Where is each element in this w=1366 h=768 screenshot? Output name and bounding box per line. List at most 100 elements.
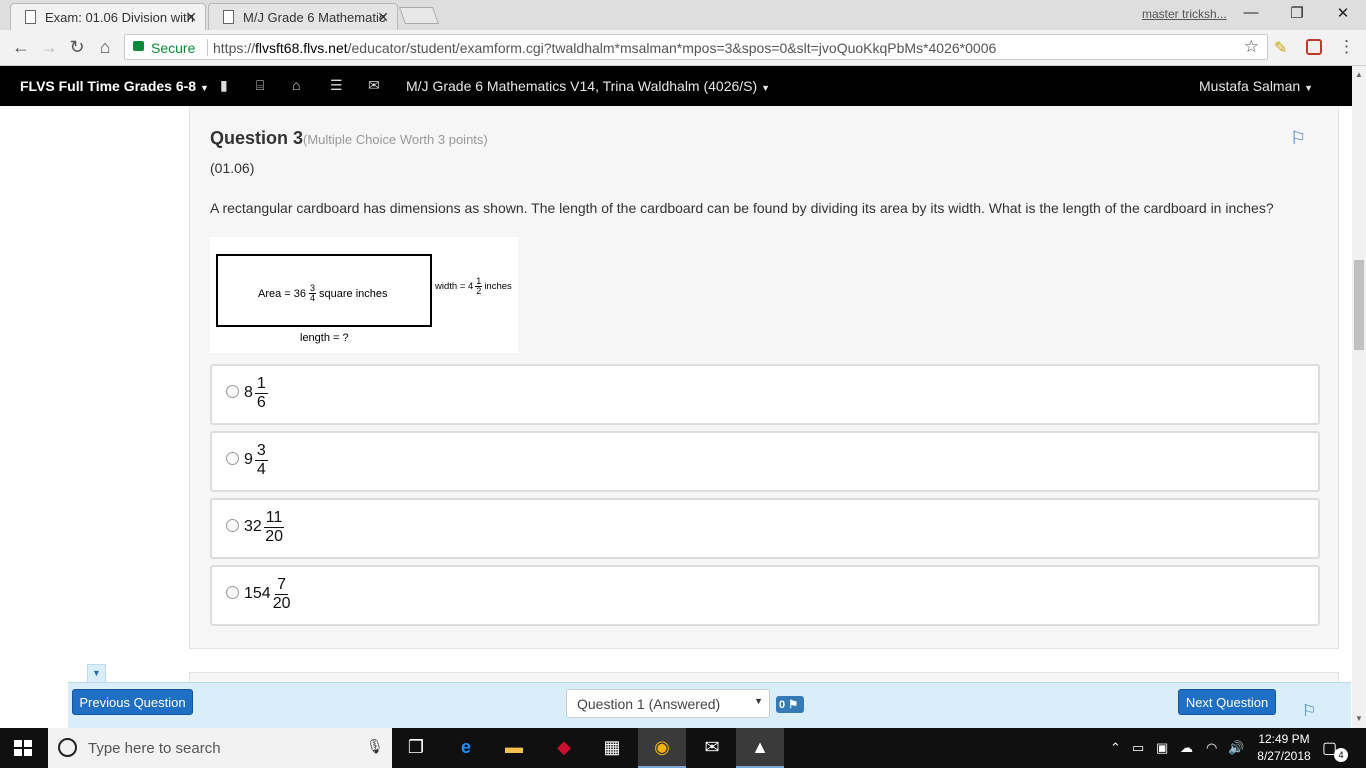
- choice-denominator: 4: [256, 460, 266, 478]
- microphone-icon[interactable]: 🎙: [366, 738, 384, 755]
- forward-icon[interactable]: →: [38, 37, 60, 58]
- answer-choice[interactable]: 32 11 20: [210, 498, 1320, 559]
- collapse-toggle-icon[interactable]: ▼: [87, 664, 106, 682]
- inbox-icon[interactable]: ⌸: [256, 77, 264, 94]
- choice-whole: 32: [244, 518, 262, 536]
- flag-icon[interactable]: ⚐: [1290, 128, 1306, 149]
- radio-button[interactable]: [226, 385, 239, 398]
- question-text: A rectangular cardboard has dimensions a…: [210, 200, 1274, 216]
- battery-icon[interactable]: ▭: [1132, 740, 1144, 756]
- bookmark-star-icon[interactable]: ☆: [1244, 37, 1259, 57]
- choice-whole: 9: [244, 451, 253, 469]
- url-path: /educator/student/examform.cgi?twaldhalm…: [347, 40, 997, 56]
- file-explorer-icon[interactable]: ▬: [490, 728, 538, 768]
- choice-fraction: 11 20: [263, 509, 285, 545]
- radio-button[interactable]: [226, 452, 239, 465]
- browser-toolbar: ← → ↻ ⌂ Secure https://flvsft68.flvs.net…: [0, 30, 1366, 66]
- choice-fraction: 16: [254, 375, 268, 411]
- width-label: width = 4 12 inches: [435, 277, 512, 296]
- browser-menu-icon[interactable]: ⋮: [1338, 37, 1355, 57]
- task-view-icon[interactable]: ❐: [392, 728, 440, 768]
- answer-choice[interactable]: 934: [210, 431, 1320, 492]
- exam-page: Question 3(Multiple Choice Worth 3 point…: [0, 106, 1352, 728]
- page-scrollbar[interactable]: ▲ ▼: [1352, 66, 1366, 728]
- windows-taskbar: Type here to search 🎙 ❐ e ▬ ◆ ▦ ◉ ✉ ▲ ⌃ …: [0, 728, 1366, 768]
- tab-title: M/J Grade 6 Mathematic: [243, 10, 386, 25]
- onedrive-icon[interactable]: ☁: [1180, 740, 1193, 756]
- system-clock[interactable]: 12:49 PM 8/27/2018: [1256, 731, 1312, 765]
- question-nav-bar: Previous Question Question 1 (Answered) ▼…: [68, 682, 1351, 728]
- choice-numerator: 3: [254, 442, 268, 461]
- choice-value: 154 7 20: [244, 576, 291, 612]
- mcafee-icon[interactable]: ◆: [540, 728, 588, 768]
- clock-time: 12:49 PM: [1258, 732, 1310, 746]
- answer-choice[interactable]: 816: [210, 364, 1320, 425]
- question-select-value: Question 1 (Answered): [577, 696, 721, 712]
- flag-count-badge[interactable]: 0 ⚑: [776, 696, 804, 713]
- book-icon[interactable]: ▮: [220, 77, 228, 94]
- scroll-up-icon[interactable]: ▲: [1355, 70, 1363, 79]
- choice-whole: 154: [244, 585, 271, 603]
- user-menu[interactable]: Mustafa Salman ▼: [1199, 78, 1313, 94]
- lock-icon: [133, 41, 144, 51]
- chevron-down-icon: ▼: [761, 83, 770, 93]
- flag-icon[interactable]: ⚐: [1302, 701, 1316, 721]
- chevron-up-icon[interactable]: ⌃: [1110, 740, 1121, 756]
- area-label: Area = 36 34 square inches: [258, 284, 388, 303]
- pencil-extension-icon[interactable]: ✎: [1274, 38, 1287, 58]
- url-text[interactable]: https://flvsft68.flvs.net/educator/stude…: [213, 40, 996, 56]
- answer-choice[interactable]: 154 7 20: [210, 565, 1320, 626]
- site-navbar: FLVS Full Time Grades 6-8 ▼ ▮ ⌸ ⌂ ☰ ✉ M/…: [0, 66, 1352, 106]
- choice-whole: 8: [244, 384, 253, 402]
- list-icon[interactable]: ☰: [330, 77, 343, 94]
- tab-exam[interactable]: Exam: 01.06 Division with ✕: [10, 3, 206, 30]
- chrome-icon[interactable]: ◉: [638, 728, 686, 768]
- windows-start-icon[interactable]: [14, 740, 32, 756]
- radio-button[interactable]: [226, 519, 239, 532]
- choice-value: 816: [244, 375, 268, 411]
- wifi-icon[interactable]: ◠: [1206, 740, 1217, 756]
- window-close-button[interactable]: ✕: [1328, 4, 1358, 22]
- length-label: length = ?: [300, 332, 349, 344]
- profile-name[interactable]: master tricksh...: [1142, 7, 1227, 21]
- store-icon[interactable]: ▦: [588, 728, 636, 768]
- minimize-button[interactable]: —: [1236, 4, 1266, 21]
- clock-date: 8/27/2018: [1257, 749, 1311, 763]
- next-question-button[interactable]: Next Question: [1178, 689, 1276, 715]
- radio-button[interactable]: [226, 586, 239, 599]
- mail-icon[interactable]: ✉: [688, 728, 736, 768]
- home-icon[interactable]: ⌂: [94, 37, 116, 58]
- address-bar[interactable]: Secure https://flvsft68.flvs.net/educato…: [124, 34, 1268, 60]
- width-fraction: 12: [475, 277, 483, 296]
- chevron-down-icon: ▼: [1304, 83, 1313, 93]
- close-icon[interactable]: ✕: [185, 9, 197, 26]
- scroll-thumb[interactable]: [1354, 260, 1364, 350]
- area-prefix: Area = 36: [258, 287, 307, 300]
- envelope-icon[interactable]: ✉: [368, 77, 380, 94]
- choice-value: 934: [244, 442, 268, 478]
- shield-extension-icon[interactable]: [1306, 39, 1322, 55]
- cardboard-figure: Area = 36 34 square inches width = 4 12 …: [210, 237, 518, 353]
- course-menu[interactable]: M/J Grade 6 Mathematics V14, Trina Waldh…: [406, 78, 770, 94]
- secure-label: Secure: [151, 40, 196, 56]
- previous-question-button[interactable]: Previous Question: [72, 689, 193, 715]
- width-denominator: 2: [476, 286, 482, 296]
- network-icon[interactable]: ▣: [1156, 740, 1168, 756]
- close-icon[interactable]: ✕: [377, 9, 389, 26]
- reload-icon[interactable]: ↻: [66, 37, 88, 58]
- brand-menu[interactable]: FLVS Full Time Grades 6-8 ▼: [20, 78, 209, 94]
- volume-icon[interactable]: 🔊: [1228, 740, 1244, 756]
- choice-denominator: 20: [272, 594, 291, 612]
- edge-icon[interactable]: e: [442, 728, 490, 768]
- question-select[interactable]: Question 1 (Answered) ▼: [566, 689, 770, 718]
- width-prefix: width = 4: [435, 281, 474, 292]
- back-icon[interactable]: ←: [10, 37, 32, 58]
- maximize-button[interactable]: ❐: [1282, 4, 1312, 22]
- tab-course[interactable]: M/J Grade 6 Mathematic ✕: [208, 3, 398, 30]
- scroll-down-icon[interactable]: ▼: [1355, 714, 1363, 723]
- taskbar-search[interactable]: Type here to search 🎙: [48, 728, 392, 768]
- question-panel: Question 3(Multiple Choice Worth 3 point…: [189, 106, 1339, 649]
- new-tab-button[interactable]: [398, 7, 440, 24]
- photos-icon[interactable]: ▲: [736, 728, 784, 768]
- home-icon[interactable]: ⌂: [292, 77, 300, 93]
